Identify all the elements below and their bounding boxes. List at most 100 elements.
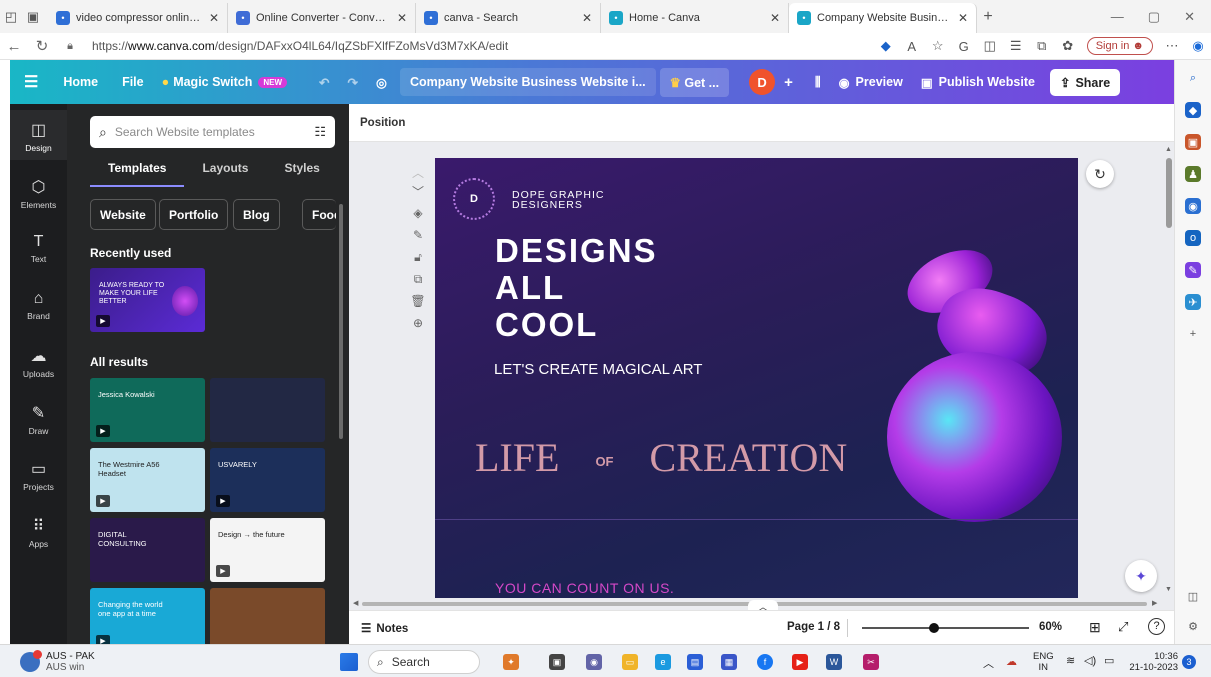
collections-icon[interactable]: ⧉ (1029, 38, 1055, 54)
main-menu-icon[interactable]: ☰ (10, 60, 54, 104)
teams-icon[interactable]: ◉ (586, 654, 602, 670)
tab-layouts[interactable]: Layouts (184, 161, 266, 187)
magic-assistant-icon[interactable]: ✦ (1125, 560, 1157, 592)
microsoft-365-icon[interactable]: ◉ (1185, 198, 1201, 214)
scroll-right-icon[interactable]: ▶ (1152, 599, 1157, 607)
read-aloud-icon[interactable]: A (899, 39, 925, 54)
template-thumb[interactable]: The Westmire A56 Headset ▶ (90, 448, 205, 512)
browser-tab[interactable]: • Home - Canva ✕ (601, 3, 789, 33)
performance-icon[interactable]: ✿ (1055, 38, 1081, 54)
file-explorer-icon[interactable]: ▭ (622, 654, 638, 670)
language-indicator[interactable]: ENG IN (1033, 651, 1054, 673)
template-thumb[interactable]: DIGITAL CONSULTING (90, 518, 205, 582)
preview-button[interactable]: ◉ Preview (830, 60, 912, 104)
save-status-icon[interactable]: ◎ (367, 60, 396, 104)
undo-icon[interactable]: ↶ (310, 60, 338, 104)
file-menu[interactable]: File (113, 60, 153, 104)
more-menu-icon[interactable]: ⋯ (1159, 38, 1185, 54)
tab-styles[interactable]: Styles (266, 161, 337, 187)
design-canvas[interactable]: D DOPE GRAPHIC DESIGNERS DESIGNS ALL COO… (435, 158, 1078, 598)
template-thumb[interactable] (210, 588, 325, 652)
scroll-up-icon[interactable]: ▲ (1165, 146, 1172, 153)
zoom-level[interactable]: 60% (1039, 621, 1062, 633)
youtube-icon[interactable]: ▶ (792, 654, 808, 670)
rail-item-uploads[interactable]: ☁ Uploads (10, 336, 67, 386)
get-pro-button[interactable]: ♛ Get ... (659, 67, 730, 97)
publish-website-button[interactable]: ▣ Publish Website (912, 60, 1044, 104)
copilot-split-icon[interactable]: G (951, 39, 977, 54)
duplicate-page-icon[interactable]: ⧉ (410, 272, 426, 287)
search-icon[interactable]: ⌕ (1185, 70, 1201, 86)
rail-item-design[interactable]: ◫ Design (10, 110, 67, 160)
drop-icon[interactable]: ✈ (1185, 294, 1201, 310)
add-sidebar-app-icon[interactable]: + (1185, 326, 1201, 342)
snipping-tool-icon[interactable]: ✂ (863, 654, 879, 670)
rail-item-projects[interactable]: ▭ Projects (10, 449, 67, 499)
page-down-icon[interactable]: ﹀ (410, 183, 426, 200)
paint-app-icon[interactable]: ✦ (503, 654, 519, 670)
rail-item-elements[interactable]: ⬡ Elements (10, 167, 67, 217)
close-tab-icon[interactable]: ✕ (958, 11, 968, 25)
zoom-slider[interactable] (862, 623, 1029, 633)
shopping-icon[interactable]: ◆ (1185, 102, 1201, 118)
recent-template-thumb[interactable]: ALWAYS READY TO MAKE YOUR LIFE BETTER ▶ (90, 268, 205, 332)
rail-item-text[interactable]: T Text (10, 223, 67, 273)
notification-badge[interactable]: 3 (1182, 655, 1196, 669)
word-icon[interactable]: W (826, 654, 842, 670)
tab-actions-icon[interactable]: ▣ (22, 0, 44, 33)
browser-tab[interactable]: •Company Website Business Web✕ (789, 3, 977, 33)
weather-widget[interactable]: AUS - PAK AUS win (20, 650, 95, 673)
page-up-icon[interactable]: ︿ (410, 164, 426, 181)
scroll-left-icon[interactable]: ◀ (353, 599, 358, 607)
avatar[interactable]: D (749, 69, 776, 95)
delete-page-icon[interactable]: 🗑︎ (410, 294, 426, 308)
task-view-icon[interactable]: ▣ (549, 654, 565, 670)
scroll-down-icon[interactable]: ▼ (1165, 586, 1172, 593)
start-icon[interactable] (340, 653, 358, 671)
outlook-icon[interactable]: o (1185, 230, 1201, 246)
store-icon[interactable]: ▤ (687, 654, 703, 670)
favorite-star-icon[interactable]: ☆ (925, 38, 951, 54)
onedrive-icon[interactable]: ☁ (1006, 655, 1017, 668)
hide-page-icon[interactable]: ◈ (410, 206, 426, 220)
template-thumb[interactable]: Changing the world one app at a time ▶ (90, 588, 205, 652)
browser-tab[interactable]: • canva - Search ✕ (416, 3, 601, 33)
extension-icon[interactable]: ◆ (873, 38, 899, 54)
invite-plus-icon[interactable]: + (775, 60, 802, 104)
notes-button[interactable]: ☰ Notes (361, 621, 408, 635)
rail-item-apps[interactable]: ⠿ Apps (10, 506, 67, 556)
photos-icon[interactable]: ▦ (721, 654, 737, 670)
document-title[interactable]: Company Website Business Website i... (399, 68, 656, 96)
close-tab-icon[interactable]: ✕ (397, 11, 407, 25)
vertical-scrollbar[interactable] (1166, 158, 1172, 228)
minimize-icon[interactable]: — (1111, 9, 1124, 24)
settings-icon[interactable]: ⚙ (1185, 618, 1201, 634)
volume-icon[interactable]: ◁) (1084, 654, 1096, 667)
template-thumb[interactable] (210, 378, 325, 442)
refresh-design-icon[interactable]: ↻ (1086, 160, 1114, 188)
add-page-icon[interactable]: ⊕ (410, 316, 426, 330)
copilot-icon[interactable]: ◉ (1185, 38, 1211, 54)
page-indicator[interactable]: Page 1 / 8 (787, 621, 840, 633)
redo-icon[interactable]: ↷ (339, 60, 367, 104)
hide-sidebar-icon[interactable]: ◫ (1185, 588, 1201, 604)
template-thumb[interactable]: Jessica Kowalski ▶ (90, 378, 205, 442)
games-icon[interactable]: ♟ (1185, 166, 1201, 182)
new-tab-button[interactable]: + (977, 0, 999, 33)
restore-icon[interactable]: ▢ (1148, 9, 1160, 25)
home-menu[interactable]: Home (54, 60, 107, 104)
edge-browser-icon[interactable]: e (655, 654, 671, 670)
filter-icon[interactable]: ☷ (314, 124, 326, 140)
split-screen-icon[interactable]: ◫ (977, 38, 1003, 54)
battery-icon[interactable]: ▭ (1104, 654, 1114, 667)
position-button[interactable]: Position (360, 117, 405, 129)
insights-icon[interactable]: ⫼ (806, 60, 830, 104)
chip-website[interactable]: Website (90, 199, 156, 230)
designer-icon[interactable]: ✎ (1185, 262, 1201, 278)
workspaces-icon[interactable]: ◰ (0, 0, 22, 33)
chip-food[interactable]: Food (302, 199, 336, 230)
taskbar-search[interactable]: ⌕ Search (368, 650, 480, 674)
browser-tab[interactable]: •video compressor online free - S✕ (48, 3, 228, 33)
add-notes-icon[interactable]: ✎ (410, 228, 426, 242)
chip-portfolio[interactable]: Portfolio (159, 199, 229, 230)
